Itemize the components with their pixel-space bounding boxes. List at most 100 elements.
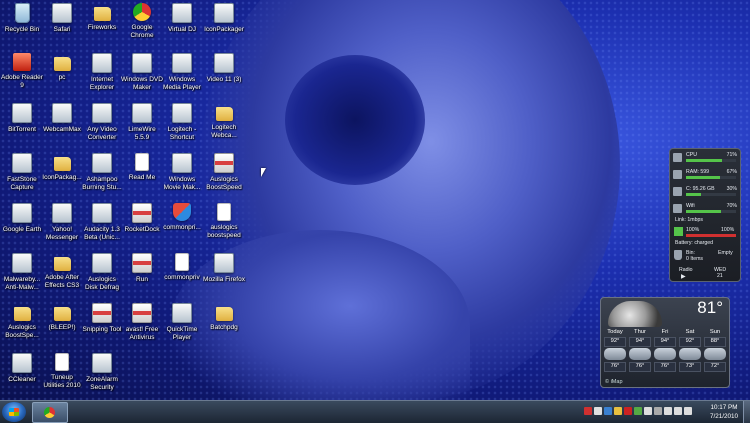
play-icon[interactable]: ▶: [681, 273, 686, 280]
wifi-icon: [673, 204, 682, 213]
desktop-icon[interactable]: commonpri...: [161, 203, 203, 232]
wifi-link-speed: Link: 1mbps: [675, 217, 703, 223]
desktop-icon[interactable]: Logitech Webca...: [203, 103, 245, 139]
desktop-icon-label: auslogics boostspeed: [207, 224, 241, 239]
tray-icon[interactable]: [634, 407, 642, 415]
desktop-icon[interactable]: Fireworks: [81, 3, 123, 32]
desktop-icon-label: Adobe Reader 9: [1, 74, 43, 89]
weather-gadget[interactable]: 81° Today 92° 76° Thur 94° 76° Fri 94° 7…: [600, 297, 730, 388]
forecast-day: Today 92° 76°: [604, 329, 626, 372]
desktop-icon[interactable]: Auslogics BoostSpe...: [1, 303, 43, 339]
tray-icon[interactable]: [674, 407, 682, 415]
tray-icon[interactable]: [584, 407, 592, 415]
desktop-icon-label: CCleaner: [8, 376, 36, 383]
tray-icon[interactable]: [664, 407, 672, 415]
app-icon: [92, 103, 112, 123]
desktop-icon-label: BitTorrent: [8, 126, 36, 133]
taskbar-chrome-button[interactable]: [32, 402, 68, 423]
battery-percent: 100%: [686, 227, 700, 233]
desktop-icon[interactable]: IconPackager: [203, 3, 245, 34]
desktop-icon[interactable]: Recycle Bin: [1, 3, 43, 34]
desktop-icon[interactable]: Logitech - Shortcut: [161, 103, 203, 141]
desktop-icon-label: Adobe After Effects CS3: [44, 274, 80, 289]
start-button[interactable]: [2, 402, 26, 422]
desktop-icon[interactable]: FastStone Capture: [1, 153, 43, 191]
desktop-icon[interactable]: auslogics boostspeed: [203, 203, 245, 239]
app-icon: [132, 53, 152, 73]
desktop-icon[interactable]: IconPackag...: [41, 153, 83, 182]
desktop-icon[interactable]: pc: [41, 53, 83, 82]
app-icon: [12, 153, 32, 173]
desktop-icon[interactable]: Yahoo! Messenger: [41, 203, 83, 241]
desktop-icon[interactable]: Snipping Tool: [81, 303, 123, 334]
desktop-icon[interactable]: Ashampoo Burning Stu...: [81, 153, 123, 191]
chrome-icon: [133, 3, 151, 21]
desktop-icon[interactable]: Auslogics Disk Defrag: [81, 253, 123, 291]
desktop-icon[interactable]: Batchpdg: [203, 303, 245, 332]
desktop-icon[interactable]: commonpriv: [161, 253, 203, 282]
desktop-icon[interactable]: Read Me: [121, 153, 163, 182]
moon-icon: [608, 301, 662, 327]
desktop-icon[interactable]: Google Chrome: [121, 3, 163, 39]
desktop-icon[interactable]: RocketDock: [121, 203, 163, 234]
empty-bin-button[interactable]: Empty: [718, 250, 733, 256]
forecast-day: Fri 94° 76°: [654, 329, 676, 372]
desktop-icon-label: avast! Free Antivirus: [125, 326, 159, 341]
desktop-icon[interactable]: WebcamMax: [41, 103, 83, 134]
desktop-icon[interactable]: Google Earth: [1, 203, 43, 234]
desktop-icon-label: IconPackag...: [42, 174, 82, 181]
show-desktop-button[interactable]: [743, 401, 750, 423]
taskbar-clock[interactable]: 10:17 PM 7/21/2010: [706, 403, 742, 421]
desktop-icon[interactable]: Windows DVD Maker: [121, 53, 163, 91]
app-icon: [12, 253, 32, 273]
desktop-icon[interactable]: Mozilla Firefox: [203, 253, 245, 284]
system-meter-gadget[interactable]: CPU 71% RAM: 599 67% C: 95.26 GB 30% Wif…: [669, 148, 741, 282]
desktop-icon-label: Audacity 1.3 Beta (Unic...: [84, 226, 120, 241]
desktop-icon[interactable]: Adobe Reader 9: [1, 53, 43, 89]
desktop-icon[interactable]: Internet Explorer: [81, 53, 123, 91]
desktop-icon[interactable]: CCleaner: [1, 353, 43, 384]
app-icon: [172, 153, 192, 173]
recycle-bin-gadget-icon[interactable]: [674, 250, 682, 260]
tray-icon[interactable]: [594, 407, 602, 415]
desktop-icon[interactable]: Run: [121, 253, 163, 284]
app-icon: [214, 3, 234, 23]
desktop-icon[interactable]: Tuneup Utilities 2010: [41, 353, 83, 389]
desktop-icon-label: Virtual DJ: [167, 26, 197, 33]
desktop-icon[interactable]: Virtual DJ: [161, 3, 203, 34]
folder-icon: [53, 257, 71, 271]
desktop-icon[interactable]: Safari: [41, 3, 83, 34]
tray-icon[interactable]: [644, 407, 652, 415]
storm-icon: [679, 348, 701, 360]
tray-icon[interactable]: [684, 407, 692, 415]
desktop-icon[interactable]: Adobe After Effects CS3: [41, 253, 83, 289]
clock-date: 7/21/2010: [709, 413, 738, 420]
app-icon: [12, 353, 32, 373]
desktop-icon[interactable]: Malwareby... Anti-Malw...: [1, 253, 43, 291]
desktop-icon-label: Snipping Tool: [82, 326, 122, 333]
desktop-icon[interactable]: QuickTime Player: [161, 303, 203, 341]
desktop-icon[interactable]: Video 11 (3): [203, 53, 245, 84]
storm-icon: [704, 348, 726, 360]
desktop-icon[interactable]: Windows Media Player: [161, 53, 203, 91]
tray-icon[interactable]: [604, 407, 612, 415]
desktop-icon-label: Mozilla Firefox: [203, 276, 245, 283]
chrome-icon: [44, 407, 55, 418]
desktop-icon[interactable]: Any Video Converter: [81, 103, 123, 141]
tray-icon[interactable]: [624, 407, 632, 415]
desktop-icon[interactable]: avast! Free Antivirus: [121, 303, 163, 341]
battery-bar: [686, 234, 736, 237]
desktop-icon[interactable]: BitTorrent: [1, 103, 43, 134]
app-icon: [92, 53, 112, 73]
desktop-icon[interactable]: LimeWire 5.5.9: [121, 103, 163, 141]
desktop-icon[interactable]: Auslogics BoostSpeed: [203, 153, 245, 191]
desktop-icon[interactable]: Audacity 1.3 Beta (Unic...: [81, 203, 123, 241]
desktop-icon[interactable]: ZoneAlarm Security: [81, 353, 123, 391]
desktop-icon[interactable]: (BLEEP!): [41, 303, 83, 332]
tray-icon[interactable]: [614, 407, 622, 415]
desktop-icon[interactable]: Windows Movie Mak...: [161, 153, 203, 191]
ram-meter-row: RAM: 599 67%: [673, 169, 737, 183]
app-icon: [172, 303, 192, 323]
tray-icon[interactable]: [654, 407, 662, 415]
disk-meter-row: C: 95.26 GB 30%: [673, 186, 737, 200]
